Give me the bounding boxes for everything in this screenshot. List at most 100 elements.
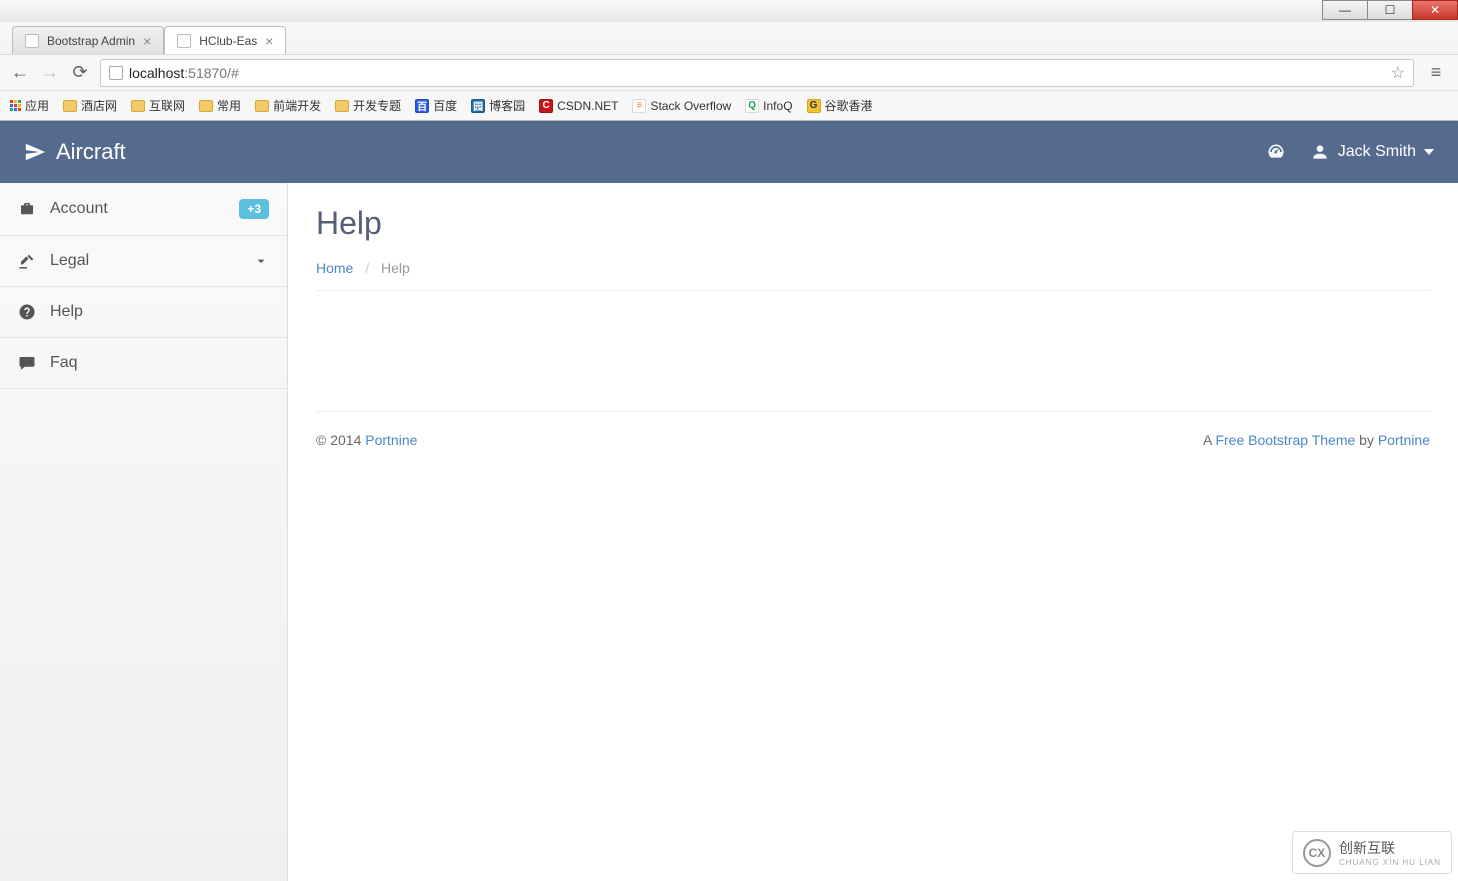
folder-icon xyxy=(335,100,349,112)
app-root: Aircraft Jack Smith Account +3 xyxy=(0,121,1458,881)
breadcrumb-separator: / xyxy=(365,260,369,276)
user-icon xyxy=(1310,142,1330,162)
window-maximize-button[interactable]: ☐ xyxy=(1367,0,1413,20)
sidebar-item-label: Legal xyxy=(50,252,89,270)
bookmark-label: 开发专题 xyxy=(353,97,401,114)
window-minimize-button[interactable]: — xyxy=(1322,0,1368,20)
browser-chrome: — ☐ ✕ Bootstrap Admin × HClub-Eas × ← → … xyxy=(0,0,1458,121)
sidebar-item-faq[interactable]: Faq xyxy=(0,338,287,389)
navbar-right: Jack Smith xyxy=(1266,142,1434,162)
sidebar-item-legal[interactable]: Legal xyxy=(0,236,287,287)
bookmark-item[interactable]: 百百度 xyxy=(415,97,457,114)
user-menu[interactable]: Jack Smith xyxy=(1310,142,1434,162)
bookmark-label: 互联网 xyxy=(149,97,185,114)
bookmark-item[interactable]: ≡Stack Overflow xyxy=(632,99,731,113)
bookmark-item[interactable]: 前端开发 xyxy=(255,97,321,114)
brand[interactable]: Aircraft xyxy=(24,139,126,165)
help-icon xyxy=(18,303,36,321)
sidebar-item-label: Faq xyxy=(50,354,78,372)
bookmark-item[interactable]: Q InfoQ xyxy=(745,99,792,113)
folder-icon xyxy=(63,100,77,112)
bookmark-label: 谷歌香港 xyxy=(825,97,873,114)
main-content: Help Home / Help © 2014 Portnine A Free … xyxy=(288,183,1458,881)
folder-icon xyxy=(199,100,213,112)
site-icon: G xyxy=(807,99,821,113)
bookmark-item[interactable]: 园博客园 xyxy=(471,97,525,114)
bookmark-item[interactable]: 常用 xyxy=(199,97,241,114)
bookmark-label: InfoQ xyxy=(763,99,792,113)
site-icon: Q xyxy=(745,99,759,113)
breadcrumb: Home / Help xyxy=(316,260,1430,291)
sidebar-badge: +3 xyxy=(239,199,269,219)
bookmark-label: 应用 xyxy=(25,97,49,114)
breadcrumb-home-link[interactable]: Home xyxy=(316,260,353,276)
footer-left: © 2014 Portnine xyxy=(316,432,417,448)
bookmark-label: 博客园 xyxy=(489,97,525,114)
bookmark-item[interactable]: G 谷歌香港 xyxy=(807,97,873,114)
folder-icon xyxy=(131,100,145,112)
dashboard-icon[interactable] xyxy=(1266,142,1286,162)
tab-close-icon[interactable]: × xyxy=(265,33,273,49)
navbar: Aircraft Jack Smith xyxy=(0,121,1458,183)
watermark-sub: CHUANG XIN HU LIAN xyxy=(1339,858,1441,867)
copyright-link[interactable]: Portnine xyxy=(365,432,417,448)
bookmark-label: CSDN.NET xyxy=(557,99,618,113)
bookmark-item[interactable]: 开发专题 xyxy=(335,97,401,114)
forward-button[interactable]: → xyxy=(40,62,60,83)
bookmark-label: Stack Overflow xyxy=(650,99,731,113)
url-host: localhost xyxy=(129,65,184,81)
sidebar-item-label: Help xyxy=(50,303,83,321)
page-icon xyxy=(177,34,191,48)
bookmark-label: 常用 xyxy=(217,97,241,114)
layout: Account +3 Legal Help Fa xyxy=(0,183,1458,881)
bookmark-item[interactable]: 互联网 xyxy=(131,97,185,114)
back-button[interactable]: ← xyxy=(10,62,30,83)
user-name: Jack Smith xyxy=(1338,143,1416,161)
sidebar-item-account[interactable]: Account +3 xyxy=(0,183,287,236)
bookmark-item[interactable]: 应用 xyxy=(10,97,49,114)
browser-tab[interactable]: Bootstrap Admin × xyxy=(12,26,164,54)
tab-title: HClub-Eas xyxy=(199,34,257,48)
bookmark-star-icon[interactable]: ☆ xyxy=(1391,63,1405,83)
window-close-button[interactable]: ✕ xyxy=(1412,0,1458,20)
caret-down-icon xyxy=(1424,149,1434,155)
tab-close-icon[interactable]: × xyxy=(143,33,151,49)
page-icon xyxy=(25,34,39,48)
browser-tab-active[interactable]: HClub-Eas × xyxy=(164,26,286,54)
footer: © 2014 Portnine A Free Bootstrap Theme b… xyxy=(316,411,1430,468)
gavel-icon xyxy=(18,252,36,270)
bookmark-label: 酒店网 xyxy=(81,97,117,114)
bookmark-label: 前端开发 xyxy=(273,97,321,114)
sidebar: Account +3 Legal Help Fa xyxy=(0,183,288,881)
watermark: CX 创新互联 CHUANG XIN HU LIAN xyxy=(1292,831,1452,874)
bookmark-item[interactable]: C CSDN.NET xyxy=(539,99,618,113)
brand-label: Aircraft xyxy=(56,139,126,165)
window-controls: — ☐ ✕ xyxy=(0,0,1458,22)
footer-mid: by xyxy=(1355,432,1378,448)
tab-title: Bootstrap Admin xyxy=(47,34,135,48)
comment-icon xyxy=(18,354,36,372)
site-icon: 园 xyxy=(471,99,485,113)
footer-right: A Free Bootstrap Theme by Portnine xyxy=(1203,432,1430,448)
briefcase-icon xyxy=(18,200,36,218)
browser-menu-button[interactable]: ≡ xyxy=(1424,62,1448,83)
folder-icon xyxy=(255,100,269,112)
address-row: ← → ⟳ localhost:51870/# ☆ ≡ xyxy=(0,54,1458,90)
address-bar[interactable]: localhost:51870/# ☆ xyxy=(100,59,1414,87)
footer-theme-link[interactable]: Free Bootstrap Theme xyxy=(1215,432,1355,448)
paper-plane-icon xyxy=(24,141,46,163)
footer-right-prefix: A xyxy=(1203,432,1215,448)
bookmark-item[interactable]: 酒店网 xyxy=(63,97,117,114)
watermark-logo-icon: CX xyxy=(1303,839,1331,867)
site-icon: C xyxy=(539,99,553,113)
footer-author-link[interactable]: Portnine xyxy=(1378,432,1430,448)
breadcrumb-current: Help xyxy=(381,260,410,276)
reload-button[interactable]: ⟳ xyxy=(70,62,90,83)
copyright-prefix: © 2014 xyxy=(316,432,365,448)
site-icon xyxy=(109,66,123,80)
url-input[interactable]: localhost:51870/# xyxy=(129,65,1385,81)
bookmarks-bar: 应用 酒店网 互联网 常用 前端开发 开发专题百百度园博客园 C CSDN.NET ≡Stack… xyxy=(0,90,1458,120)
sidebar-item-help[interactable]: Help xyxy=(0,287,287,338)
browser-tabs: Bootstrap Admin × HClub-Eas × xyxy=(0,22,1458,54)
bookmark-label: 百度 xyxy=(433,97,457,114)
